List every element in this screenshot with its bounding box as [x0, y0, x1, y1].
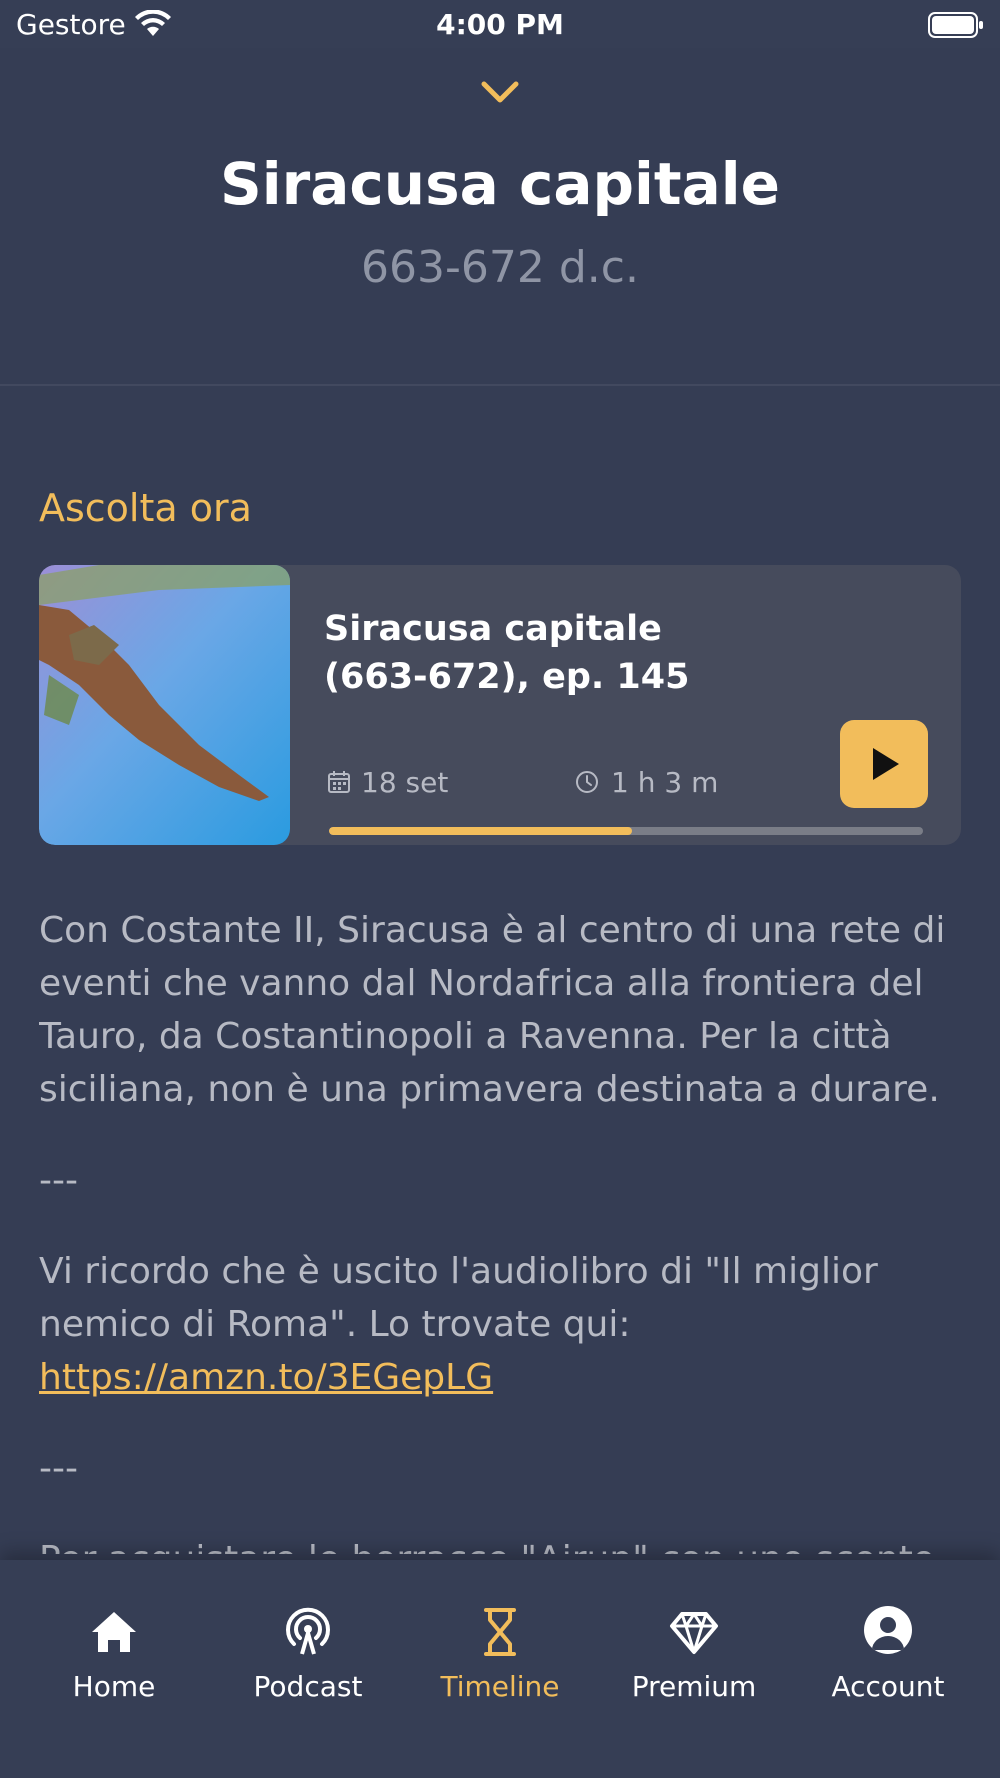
calendar-icon — [328, 771, 350, 793]
page-title: Siracusa capitale — [220, 150, 780, 218]
progress-fill — [329, 827, 632, 835]
tab-bar: Home Podcast Timeline Premium Account — [0, 1560, 1000, 1778]
episode-card[interactable]: Siracusa capitale (663-672), ep. 145 18 … — [39, 565, 961, 845]
clock: 4:00 PM — [436, 8, 564, 41]
chevron-down-icon[interactable] — [478, 78, 522, 106]
tab-label: Home — [72, 1670, 156, 1703]
episode-date: 18 set — [361, 766, 449, 799]
status-bar: Gestore 4:00 PM — [0, 0, 1000, 48]
episode-description: Con Costante II, Siracusa è al centro di… — [39, 904, 969, 1554]
account-icon — [864, 1606, 912, 1654]
separator: --- — [39, 1448, 78, 1489]
tab-label: Account — [831, 1670, 945, 1703]
tab-account[interactable]: Account — [788, 1560, 988, 1703]
hourglass-icon — [484, 1608, 516, 1656]
clock-icon — [576, 771, 598, 793]
diamond-icon — [670, 1612, 718, 1654]
description-paragraph: Vi ricordo che è uscito l'audiolibro di … — [39, 1245, 969, 1404]
description-paragraph: Per acquistare le borracce "Airup" con u… — [39, 1533, 969, 1554]
separator: --- — [39, 1160, 78, 1201]
audiobook-link[interactable]: https://amzn.to/3EGepLG — [39, 1357, 493, 1398]
tab-podcast[interactable]: Podcast — [208, 1560, 408, 1703]
tab-label: Timeline — [440, 1670, 560, 1703]
episode-thumbnail — [39, 565, 290, 845]
tab-timeline[interactable]: Timeline — [400, 1560, 600, 1703]
divider — [0, 384, 1000, 386]
battery-icon — [928, 12, 983, 38]
section-title: Ascolta ora — [39, 486, 252, 530]
play-button[interactable] — [840, 720, 928, 808]
episode-title[interactable]: Siracusa capitale (663-672), ep. 145 — [324, 605, 764, 701]
tab-premium[interactable]: Premium — [594, 1560, 794, 1703]
home-icon — [92, 1612, 136, 1652]
page-subtitle: 663-672 d.c. — [361, 242, 639, 293]
tab-home[interactable]: Home — [14, 1560, 214, 1703]
tab-label: Premium — [631, 1670, 757, 1703]
podcast-icon — [286, 1607, 330, 1655]
description-paragraph: Con Costante II, Siracusa è al centro di… — [39, 910, 946, 1110]
play-icon — [873, 748, 899, 780]
episode-duration: 1 h 3 m — [611, 766, 719, 799]
description-text: Vi ricordo che è uscito l'audiolibro di … — [39, 1251, 878, 1345]
episode-progress-bar[interactable] — [329, 827, 923, 835]
tab-label: Podcast — [253, 1670, 363, 1703]
